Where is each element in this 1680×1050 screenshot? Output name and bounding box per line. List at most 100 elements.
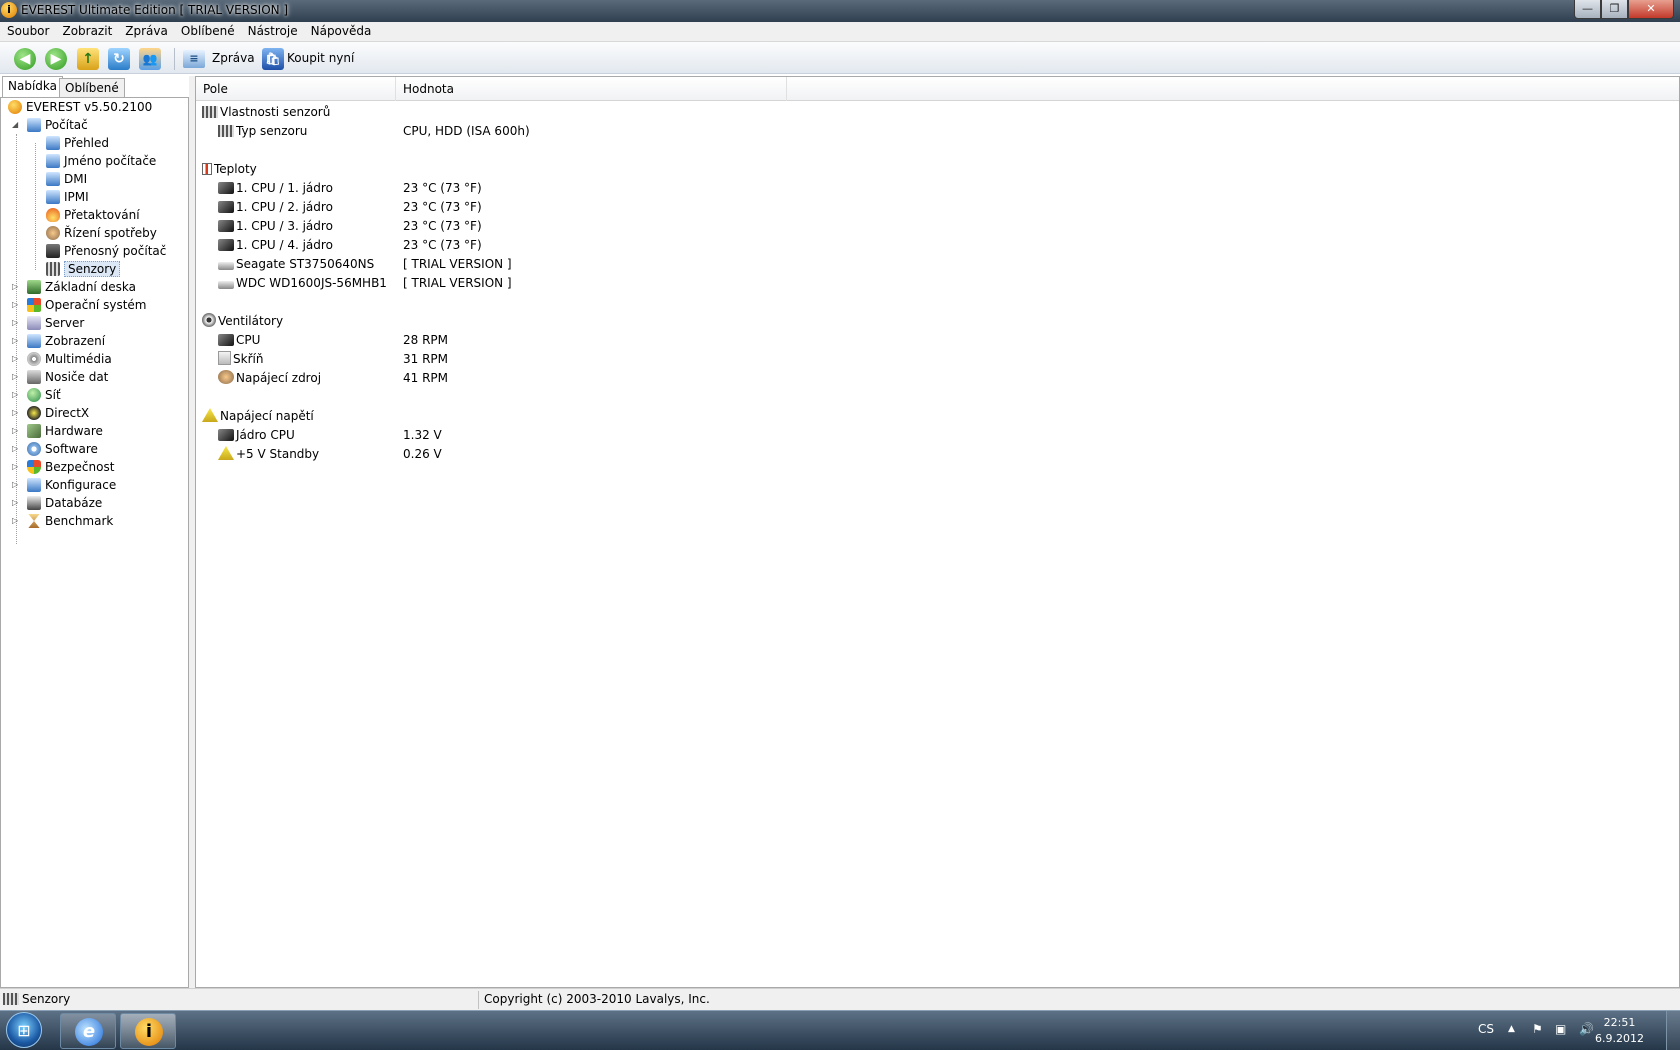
row-value: 1.32 V [403, 428, 442, 442]
table-row[interactable]: Napájecí zdroj [218, 369, 321, 388]
action-center-flag-icon[interactable]: ⚑ [1532, 1022, 1543, 1036]
everest-app-icon[interactable]: i [1, 2, 17, 18]
up-folder-icon[interactable]: ↑ [77, 48, 99, 70]
tree-item-hardware[interactable]: Hardware [27, 422, 103, 440]
collapse-icon[interactable]: ◢ [12, 116, 18, 134]
expand-icon[interactable]: ▷ [12, 278, 18, 296]
expand-icon[interactable]: ▷ [12, 458, 18, 476]
menu-napoveda[interactable]: Nápověda [304, 22, 378, 38]
tree-item-zakladni-deska[interactable]: Základní deska [27, 278, 136, 296]
cpu-chip-icon [218, 182, 234, 194]
tree-item-multimedia[interactable]: Multimédia [27, 350, 112, 368]
menu-oblibene[interactable]: Oblíbené [174, 22, 241, 38]
close-button[interactable]: ✕ [1628, 0, 1674, 19]
case-icon [218, 351, 231, 365]
back-arrow-icon[interactable]: ◀ [14, 48, 36, 70]
expand-icon[interactable]: ▷ [12, 368, 18, 386]
start-button[interactable]: ⊞ [6, 1012, 42, 1048]
table-row[interactable]: 1. CPU / 2. jádro [218, 198, 333, 217]
table-row[interactable]: Skříň [218, 350, 263, 369]
shopping-bag-icon[interactable]: 🛍 [262, 48, 284, 70]
column-hodnota[interactable]: Hodnota [396, 77, 787, 101]
minimize-button[interactable]: — [1574, 0, 1601, 19]
menu-nastroje[interactable]: Nástroje [241, 22, 304, 38]
tree-item-rizeni-spotreby[interactable]: Řízení spotřeby [46, 224, 157, 242]
section-header[interactable]: Teploty [202, 160, 257, 179]
show-desktop-button[interactable] [1666, 1011, 1680, 1050]
section-header[interactable]: Napájecí napětí [202, 407, 314, 426]
report-icon[interactable]: ≡ [183, 50, 205, 68]
expand-icon[interactable]: ▷ [12, 422, 18, 440]
table-row[interactable]: 1. CPU / 3. jádro [218, 217, 333, 236]
system-clock[interactable]: 22:51 6.9.2012 [1595, 1015, 1644, 1047]
internet-explorer-icon: e [75, 1018, 103, 1046]
users-icon[interactable]: 👥 [139, 48, 161, 70]
tree-item-ipmi[interactable]: IPMI [46, 188, 89, 206]
column-pole[interactable]: Pole [196, 77, 396, 101]
power-supply-icon [218, 370, 234, 384]
tab-nabidka[interactable]: Nabídka [2, 76, 63, 98]
tree-item-operacni-system[interactable]: Operační systém [27, 296, 146, 314]
buy-now-button[interactable]: Koupit nyní [287, 51, 354, 65]
network-globe-icon [27, 388, 41, 402]
tree-item-nosice-dat[interactable]: Nosiče dat [27, 368, 108, 386]
menu-zobrazit[interactable]: Zobrazit [55, 22, 118, 38]
expand-icon[interactable]: ▷ [12, 332, 18, 350]
expand-icon[interactable]: ▷ [12, 476, 18, 494]
software-disc-icon [27, 442, 41, 456]
taskbar-internet-explorer[interactable]: e [60, 1013, 116, 1049]
tree-line [35, 143, 36, 270]
expand-icon[interactable]: ▷ [12, 314, 18, 332]
tree-item-databaze[interactable]: Databáze [27, 494, 102, 512]
tree-item-bezpecnost[interactable]: Bezpečnost [27, 458, 114, 476]
menu-zprava[interactable]: Zpráva [118, 22, 174, 38]
menu-soubor[interactable]: Soubor [0, 22, 55, 38]
flame-icon [46, 208, 60, 222]
tree-item-dmi[interactable]: DMI [46, 170, 87, 188]
tree-root[interactable]: EVEREST v5.50.2100 [8, 98, 152, 116]
expand-icon[interactable]: ▷ [12, 296, 18, 314]
table-row[interactable]: WDC WD1600JS-56MHB1 [218, 274, 387, 293]
refresh-icon[interactable]: ↻ [108, 48, 130, 70]
tree-item-benchmark[interactable]: Benchmark [27, 512, 113, 530]
expand-icon[interactable]: ▷ [12, 512, 18, 530]
tree-item-sit[interactable]: Síť [27, 386, 61, 404]
taskbar-everest[interactable]: i [120, 1013, 176, 1049]
tree-item-zobrazeni[interactable]: Zobrazení [27, 332, 105, 350]
status-current-item: Senzory [3, 992, 70, 1006]
status-divider [478, 991, 479, 1009]
tree-item-prehled[interactable]: Přehled [46, 134, 109, 152]
section-header[interactable]: Ventilátory [202, 312, 283, 331]
info-icon [8, 100, 22, 114]
table-row[interactable]: 1. CPU / 1. jádro [218, 179, 333, 198]
tree-item-prenosny-pocitac[interactable]: Přenosný počítač [46, 242, 166, 260]
tree-item-software[interactable]: Software [27, 440, 98, 458]
table-row[interactable]: Typ senzoru [218, 122, 307, 141]
volume-icon[interactable]: 🔊 [1579, 1022, 1594, 1036]
tab-oblibene[interactable]: Oblíbené [59, 78, 125, 98]
expand-icon[interactable]: ▷ [12, 404, 18, 422]
tree-item-server[interactable]: Server [27, 314, 84, 332]
table-row[interactable]: Jádro CPU [218, 426, 295, 445]
network-icon[interactable]: ▣ [1555, 1022, 1566, 1036]
report-button[interactable]: Zpráva [212, 51, 255, 65]
tree-item-konfigurace[interactable]: Konfigurace [27, 476, 116, 494]
tree-item-pretaktovani[interactable]: Přetaktování [46, 206, 140, 224]
table-row[interactable]: CPU [218, 331, 260, 350]
table-row[interactable]: +5 V Standby [218, 445, 319, 464]
expand-icon[interactable]: ▷ [12, 386, 18, 404]
table-row[interactable]: Seagate ST3750640NS [218, 255, 374, 274]
expand-icon[interactable]: ▷ [12, 494, 18, 512]
tree-item-pocitac[interactable]: Počítač [27, 116, 88, 134]
language-indicator[interactable]: CS [1478, 1022, 1494, 1036]
table-row[interactable]: 1. CPU / 4. jádro [218, 236, 333, 255]
section-header[interactable]: Vlastnosti senzorů [202, 103, 330, 122]
tree-item-senzory[interactable]: Senzory [46, 260, 121, 278]
expand-icon[interactable]: ▷ [12, 440, 18, 458]
tray-expand-icon[interactable]: ▲ [1508, 1024, 1515, 1034]
tree-item-jmeno-pocitace[interactable]: Jméno počítače [46, 152, 156, 170]
expand-icon[interactable]: ▷ [12, 350, 18, 368]
forward-arrow-icon[interactable]: ▶ [45, 48, 67, 70]
maximize-button[interactable]: ❐ [1601, 0, 1628, 19]
tree-item-directx[interactable]: DirectX [27, 404, 89, 422]
